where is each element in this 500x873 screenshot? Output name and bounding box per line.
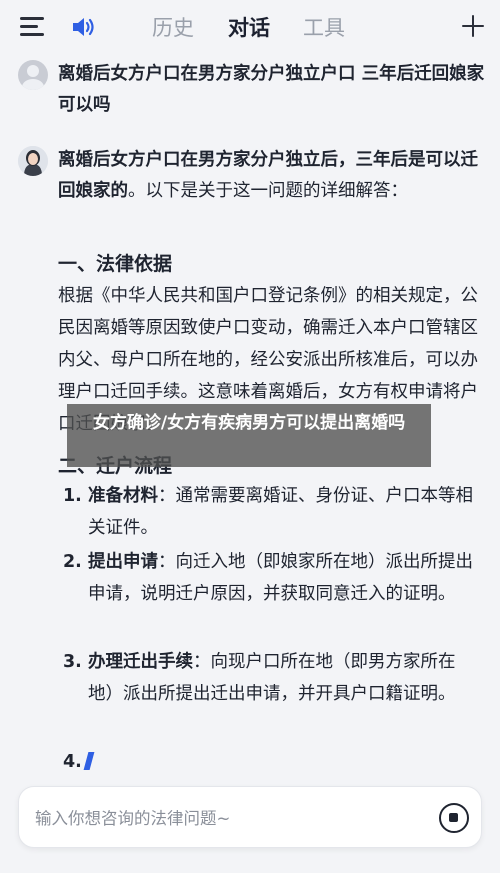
assistant-intro: 离婚后女方户口在男方家分户独立后，三年后是可以迁回娘家的。以下是关于这一问题的详… — [58, 145, 488, 207]
step-number-text: 4. — [63, 752, 82, 772]
step-item: 办理迁出手续：向现户口所在地（即男方家所在地）派出所提出迁出申请，并开具户口籍证… — [88, 646, 480, 710]
step-title: 准备材料 — [88, 486, 158, 506]
top-bar: 历史 对话 工具 — [0, 0, 500, 54]
step-title: 提出申请 — [88, 552, 158, 572]
step-item: 提出申请：向迁入地（即娘家所在地）派出所提出申请，说明迁户原因，并获取同意迁入的… — [88, 546, 480, 610]
step-number: 2. — [63, 552, 82, 572]
typing-cursor — [83, 752, 95, 770]
menu-icon[interactable] — [20, 17, 44, 37]
stop-generation-button[interactable] — [439, 803, 469, 833]
step-number: 1. — [63, 486, 82, 506]
answer-intro-rest: 。以下是关于这一问题的详细解答： — [128, 181, 408, 201]
tab-history[interactable]: 历史 — [152, 12, 194, 42]
section-title-legal-basis: 一、法律依据 — [58, 253, 173, 275]
tab-chat[interactable]: 对话 — [228, 12, 270, 42]
overlay-caption: 女方确诊/女方有疾病男方可以提出离婚吗 — [67, 404, 431, 467]
step-item: 准备材料：通常需要离婚证、身份证、户口本等相关证件。 — [88, 480, 480, 544]
input-bar — [18, 786, 482, 848]
user-avatar — [18, 60, 48, 90]
speaker-icon[interactable] — [70, 14, 96, 40]
step-title: 办理迁出手续 — [88, 652, 193, 672]
step-number: 3. — [63, 652, 82, 672]
tab-tools[interactable]: 工具 — [303, 12, 345, 42]
assistant-avatar — [18, 146, 48, 176]
step-number: 4. — [63, 752, 95, 772]
user-question-text: 离婚后女方户口在男方家分户独立户口 三年后迁回娘家可以吗 — [58, 64, 485, 115]
new-chat-plus-icon[interactable] — [462, 15, 484, 37]
question-input[interactable] — [35, 804, 415, 832]
